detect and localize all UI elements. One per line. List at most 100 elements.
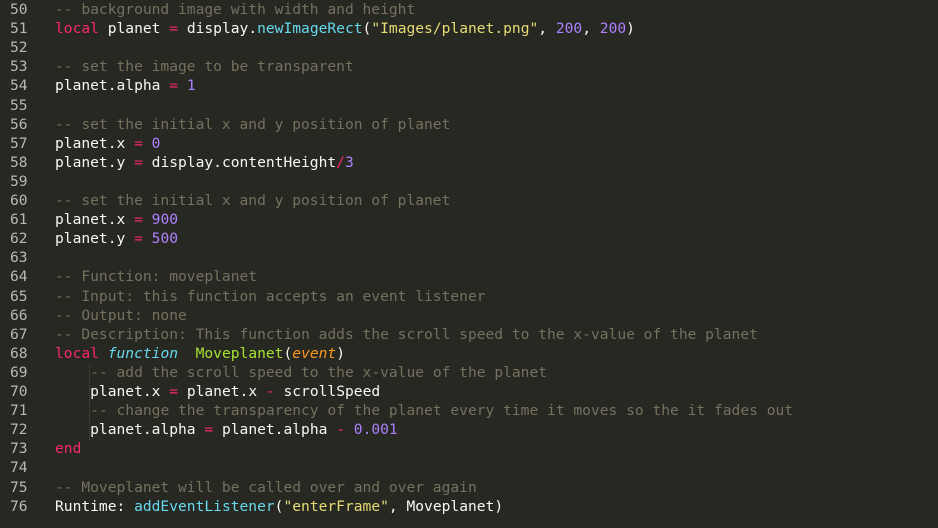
code-line[interactable]: 55 (0, 96, 55, 115)
code-token: event (292, 344, 337, 362)
code-token: 0.001 (353, 421, 398, 439)
line-number: 74 (10, 459, 28, 477)
line-code: local function Moveplanet(event) (44, 344, 345, 363)
code-token: , Moveplanet) (388, 497, 504, 515)
code-token: -- Moveplanet will be called over and ov… (55, 478, 477, 496)
code-line[interactable]: 57 planet.x = 0 (0, 134, 160, 153)
code-token: planet.y (55, 230, 135, 248)
line-number: 63 (10, 249, 28, 267)
code-token: planet.x (55, 134, 135, 152)
line-number: 69 (10, 363, 28, 381)
line-number: 58 (10, 153, 28, 171)
line-number: 54 (10, 77, 28, 95)
code-token: function (107, 344, 179, 362)
code-token: = (169, 20, 179, 38)
code-line[interactable]: 72 planet.alpha = planet.alpha - 0.001 (0, 420, 398, 439)
code-token: - (265, 383, 275, 400)
code-line[interactable]: 51 local planet = display.newImageRect("I… (0, 19, 635, 38)
code-token: planet.y (55, 153, 135, 171)
code-token: = (169, 383, 179, 400)
code-token: 900 (151, 211, 179, 229)
code-line[interactable]: 70 planet.x = planet.x - scrollSpeed (0, 382, 380, 401)
line-number: 75 (10, 478, 28, 496)
line-number: 60 (10, 192, 28, 209)
code-token: -- Input: this function accepts an event… (55, 287, 486, 305)
code-line[interactable]: 75 -- Moveplanet will be called over and … (0, 478, 477, 497)
code-token: "enterFrame" (283, 497, 389, 515)
code-line[interactable]: 61 planet.x = 900 (0, 210, 178, 229)
line-number: 52 (10, 39, 28, 57)
code-editor[interactable]: 50 -- background image with width and hei… (0, 0, 938, 528)
line-code: planet.x = 900 (44, 210, 178, 229)
code-token: 200 (599, 20, 627, 38)
code-line[interactable]: 76 Runtime: addEventListener("enterFrame"… (0, 497, 503, 516)
line-number: 64 (10, 268, 28, 286)
code-line[interactable]: 56 -- set the initial x and y position of… (0, 115, 450, 134)
code-token: = (134, 211, 143, 229)
code-token: -- Description: This function adds the s… (55, 325, 758, 343)
line-number: 57 (10, 134, 28, 152)
code-token: = (204, 421, 214, 439)
line-number: 62 (10, 230, 28, 248)
line-number: 51 (10, 20, 28, 38)
code-token: = (134, 153, 143, 171)
line-code: Runtime: addEventListener("enterFrame", … (44, 497, 503, 516)
line-number: 53 (10, 58, 28, 76)
line-code: -- Input: this function accepts an event… (44, 287, 486, 306)
code-token: planet.x (55, 383, 170, 400)
code-line[interactable]: 67 -- Description: This function adds the… (0, 325, 758, 344)
code-token: = (169, 77, 179, 95)
code-token: planet.alpha (55, 77, 170, 95)
line-code: planet.y = display.contentHeight/3 (44, 153, 354, 172)
code-line[interactable]: 50 -- background image with width and hei… (0, 0, 415, 19)
code-token: = (134, 230, 143, 248)
code-line[interactable]: 60 -- set the initial x and y position of… (0, 191, 450, 210)
line-code: -- set the initial x and y position of p… (44, 115, 450, 134)
line-number: 66 (10, 306, 28, 324)
code-line[interactable]: 68 local function Moveplanet(event) (0, 344, 345, 363)
code-token: display. (178, 20, 258, 38)
line-number: 68 (10, 344, 28, 362)
line-number: 65 (10, 287, 28, 305)
code-line[interactable]: 73 end (0, 439, 81, 458)
code-token: planet.alpha (55, 421, 205, 439)
code-line[interactable]: 66 -- Output: none (0, 306, 187, 325)
code-token: "Images/planet.png" (371, 20, 539, 38)
code-line[interactable]: 54 planet.alpha = 1 (0, 76, 196, 95)
code-line[interactable]: 74 (0, 458, 55, 477)
code-line[interactable]: 69 -- add the scroll speed to the x-valu… (0, 363, 547, 382)
line-code: -- Moveplanet will be called over and ov… (44, 478, 477, 497)
code-line[interactable]: 71 -- change the transparency of the pla… (0, 401, 793, 420)
code-token: Moveplanet (195, 344, 284, 362)
code-line[interactable]: 58 planet.y = display.contentHeight/3 (0, 153, 354, 172)
line-code: -- add the scroll speed to the x-value o… (44, 363, 547, 382)
code-line[interactable]: 64 -- Function: moveplanet (0, 267, 257, 286)
line-code: planet.alpha = planet.alpha - 0.001 (44, 420, 398, 439)
code-line[interactable]: 52 (0, 38, 55, 57)
code-token: display.contentHeight (142, 153, 337, 171)
code-token: Runtime: (55, 497, 135, 515)
line-code: end (44, 439, 81, 458)
code-token: addEventListener (134, 497, 275, 515)
line-number: 70 (10, 383, 28, 400)
code-line[interactable]: 63 (0, 248, 55, 267)
line-code: -- Description: This function adds the s… (44, 325, 758, 344)
code-token: local (55, 20, 99, 38)
line-number: 59 (10, 172, 28, 190)
code-token: scrollSpeed (274, 383, 381, 400)
code-line[interactable]: 59 (0, 172, 55, 191)
code-line[interactable]: 65 -- Input: this function accepts an eve… (0, 287, 486, 306)
code-token: -- set the initial x and y position of p… (55, 115, 451, 133)
code-token: ) (336, 344, 346, 362)
code-token: = (134, 134, 143, 152)
line-code: -- set the initial x and y position of p… (44, 191, 450, 210)
code-line[interactable]: 53 -- set the image to be transparent (0, 57, 354, 76)
code-line[interactable]: 62 planet.y = 500 (0, 229, 178, 248)
code-token: local (55, 344, 99, 362)
code-token: planet.alpha (213, 421, 337, 439)
code-token: planet.x (178, 383, 266, 400)
line-number: 71 (10, 402, 28, 420)
